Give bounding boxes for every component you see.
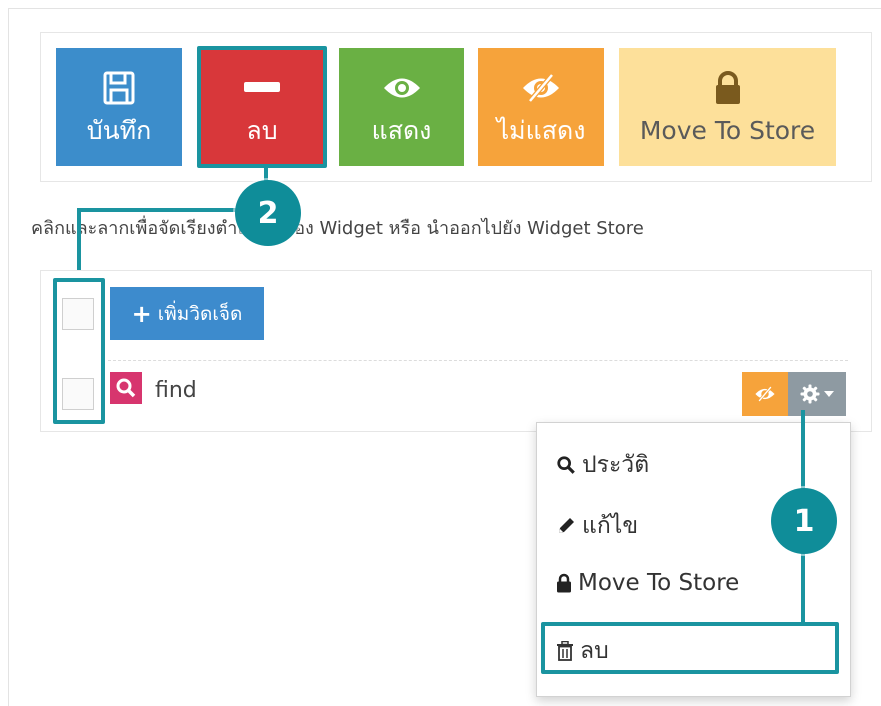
- callout-step-2: 2: [235, 180, 301, 246]
- page-root: บันทึก ลบ แสดง ไม่แสดง Move To Store คลิ…: [0, 0, 881, 706]
- add-widget-label: เพิ่มวิดเจ็ด: [157, 302, 243, 325]
- widget-settings-button[interactable]: [788, 372, 846, 416]
- eye-icon: [339, 68, 464, 108]
- checkbox-column-highlight: [53, 278, 105, 424]
- search-icon: [110, 372, 142, 404]
- menu-item-history[interactable]: ประวัติ: [556, 447, 649, 483]
- menu-item-edit-label: แก้ไข: [582, 513, 639, 539]
- hide-button[interactable]: ไม่แสดง: [478, 48, 604, 166]
- menu-item-edit[interactable]: แก้ไข: [556, 508, 638, 544]
- move-to-store-label: Move To Store: [639, 116, 816, 145]
- row-divider: [108, 360, 848, 361]
- show-button[interactable]: แสดง: [339, 48, 464, 166]
- drag-hint-text: คลิกและลากเพื่อจัดเรียงตำแหน่งของ Widget…: [31, 218, 644, 239]
- pencil-icon: [559, 518, 574, 533]
- floppy-disk-icon: [56, 68, 182, 108]
- add-widget-button[interactable]: + เพิ่มวิดเจ็ด: [110, 287, 264, 340]
- hide-button-label: ไม่แสดง: [496, 116, 586, 145]
- menu-item-move-to-store[interactable]: Move To Store: [556, 570, 739, 596]
- move-to-store-button[interactable]: Move To Store: [619, 48, 836, 166]
- widget-item-label: find: [155, 378, 197, 403]
- gear-icon: [800, 384, 820, 404]
- save-button[interactable]: บันทึก: [56, 48, 182, 166]
- caret-down-icon: [824, 391, 834, 397]
- hide-widget-button[interactable]: [742, 372, 788, 416]
- lock-icon: [619, 68, 836, 108]
- plus-icon: +: [131, 299, 152, 328]
- lock-icon: [557, 573, 571, 593]
- menu-item-history-label: ประวัติ: [582, 452, 650, 478]
- menu-item-move-to-store-label: Move To Store: [578, 570, 740, 596]
- search-icon: [557, 456, 575, 474]
- eye-slash-icon: [755, 386, 775, 402]
- callout-step-1: 1: [771, 488, 837, 554]
- callout-2-connector-horizontal: [77, 208, 237, 212]
- show-button-label: แสดง: [371, 116, 432, 145]
- eye-slash-icon: [478, 68, 604, 108]
- delete-menu-item-highlight: [541, 622, 839, 674]
- delete-button-highlight: [197, 46, 327, 168]
- save-button-label: บันทึก: [86, 116, 152, 145]
